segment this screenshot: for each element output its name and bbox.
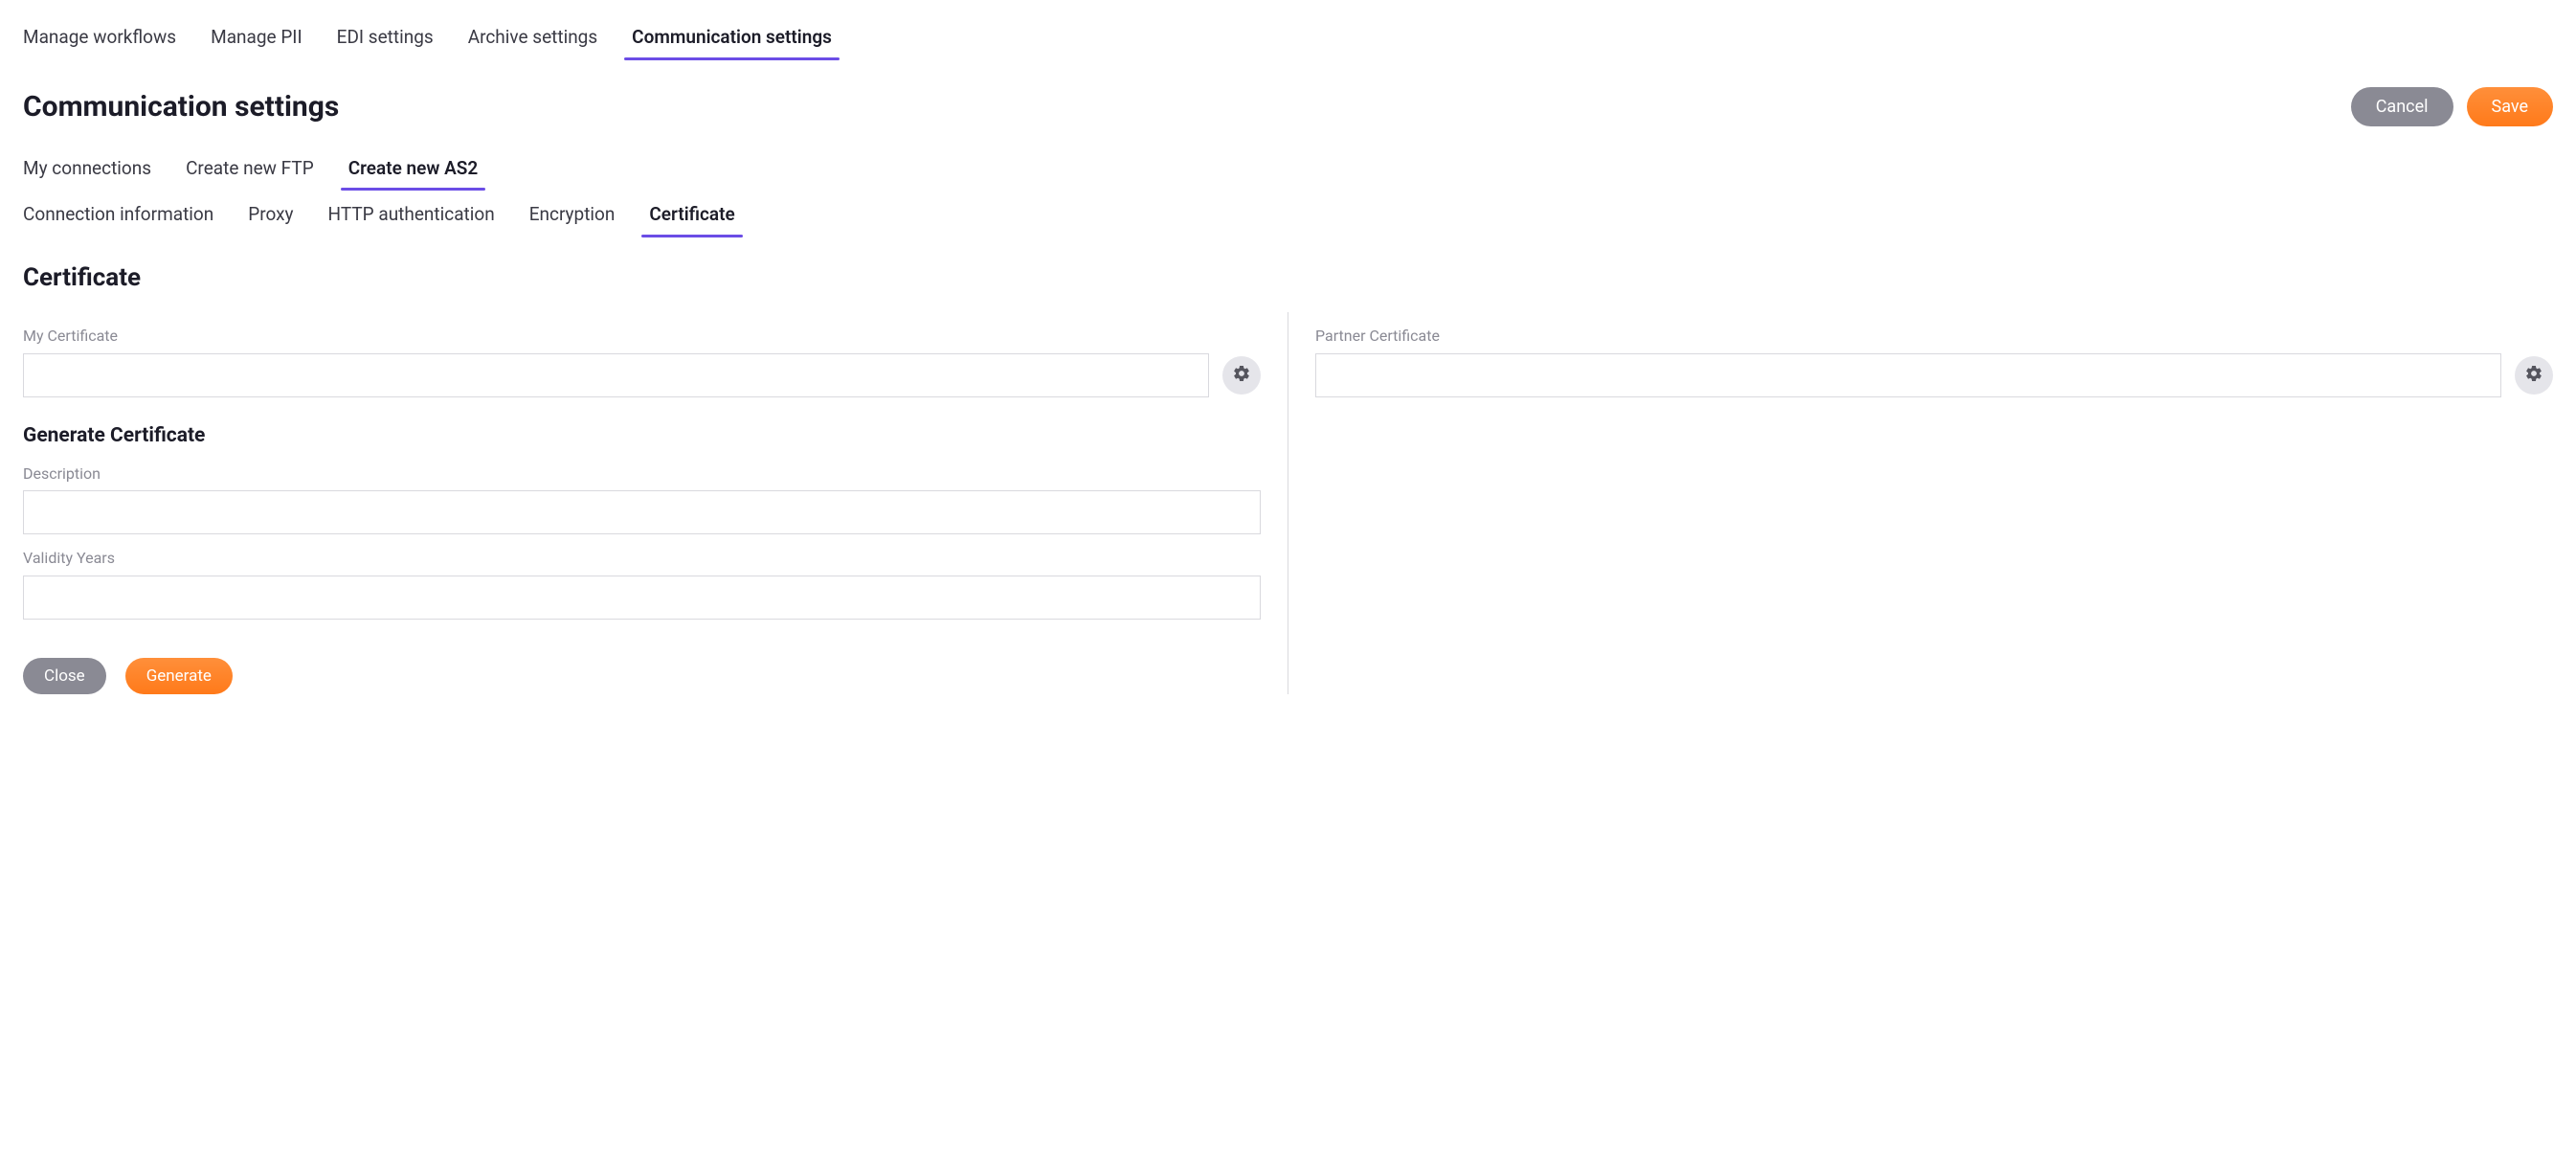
connection-type-tabs: My connections Create new FTP Create new… [23, 150, 2553, 192]
page-title: Communication settings [23, 87, 339, 127]
tab-create-new-ftp[interactable]: Create new FTP [186, 150, 314, 192]
my-certificate-settings-button[interactable] [1222, 356, 1261, 395]
my-certificate-input[interactable] [23, 353, 1209, 397]
tab-my-connections[interactable]: My connections [23, 150, 151, 192]
save-button[interactable]: Save [2467, 87, 2554, 126]
description-input[interactable] [23, 490, 1261, 534]
tab-connection-information[interactable]: Connection information [23, 196, 213, 237]
validity-years-input[interactable] [23, 576, 1261, 620]
tab-http-authentication[interactable]: HTTP authentication [328, 196, 495, 237]
validity-years-label: Validity Years [23, 548, 1261, 569]
gear-icon [1232, 364, 1251, 386]
primary-tabs: Manage workflows Manage PII EDI settings… [23, 19, 2553, 60]
tab-proxy[interactable]: Proxy [248, 196, 293, 237]
tab-manage-workflows[interactable]: Manage workflows [23, 19, 176, 60]
as2-subtabs: Connection information Proxy HTTP authen… [23, 196, 2553, 237]
tab-communication-settings[interactable]: Communication settings [632, 19, 832, 60]
gear-icon [2524, 364, 2543, 386]
generate-certificate-heading: Generate Certificate [23, 422, 1261, 450]
my-certificate-panel: My Certificate Generate Certificate Desc… [23, 312, 1261, 694]
close-button[interactable]: Close [23, 658, 106, 694]
tab-edi-settings[interactable]: EDI settings [337, 19, 434, 60]
tab-manage-pii[interactable]: Manage PII [211, 19, 302, 60]
cancel-button[interactable]: Cancel [2351, 87, 2453, 126]
partner-certificate-settings-button[interactable] [2515, 356, 2553, 395]
partner-certificate-input[interactable] [1315, 353, 2501, 397]
tab-create-new-as2[interactable]: Create new AS2 [348, 150, 479, 192]
partner-certificate-label: Partner Certificate [1315, 326, 2553, 347]
tab-certificate[interactable]: Certificate [649, 196, 734, 237]
generate-button[interactable]: Generate [125, 658, 233, 694]
description-label: Description [23, 463, 1261, 485]
header-actions: Cancel Save [2351, 87, 2553, 126]
my-certificate-label: My Certificate [23, 326, 1261, 347]
tab-encryption[interactable]: Encryption [529, 196, 616, 237]
section-title: Certificate [23, 260, 2553, 295]
partner-certificate-panel: Partner Certificate [1315, 312, 2553, 694]
tab-archive-settings[interactable]: Archive settings [468, 19, 597, 60]
